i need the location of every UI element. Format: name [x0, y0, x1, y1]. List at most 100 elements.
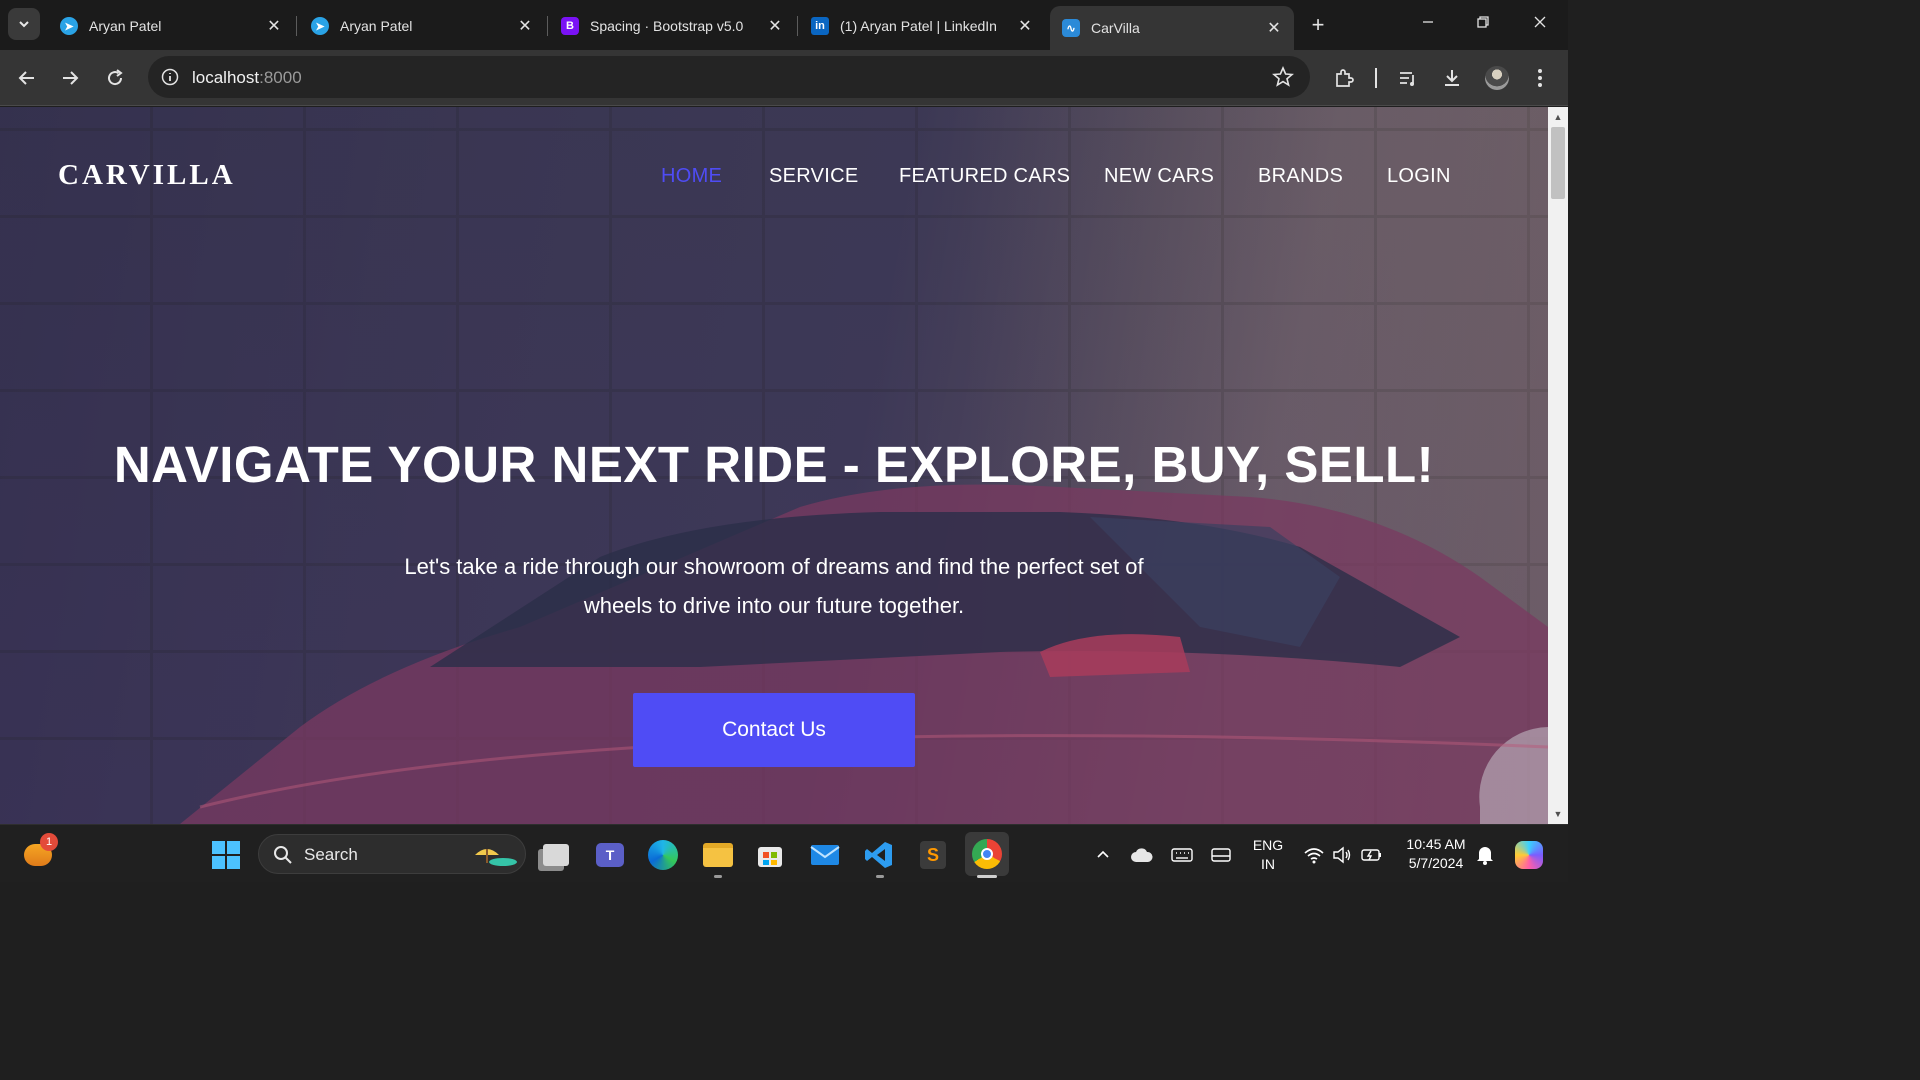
arrow-right-icon	[63, 71, 79, 85]
active-app-indicator	[977, 875, 997, 878]
battery-tray[interactable]	[1356, 837, 1388, 873]
clock[interactable]: 10:45 AM 5/7/2024	[1398, 835, 1474, 873]
chrome-icon	[972, 839, 1002, 869]
new-tab-button[interactable]: +	[1304, 12, 1332, 40]
taskbar-search-box[interactable]: Search	[258, 834, 526, 874]
task-view-icon	[543, 844, 569, 866]
tab-carvilla[interactable]: ∿ CarVilla ✕	[1050, 6, 1294, 50]
language-indicator[interactable]: ENG IN	[1248, 836, 1288, 874]
nav-link-brands[interactable]: BRANDS	[1258, 165, 1343, 188]
teams-app[interactable]: T	[592, 837, 628, 873]
contact-us-button[interactable]: Contact Us	[633, 693, 915, 767]
tab-title: Aryan Patel	[89, 18, 162, 34]
media-control-button[interactable]	[1392, 62, 1424, 94]
close-icon[interactable]: ✕	[1015, 16, 1035, 36]
file-explorer-app[interactable]	[700, 837, 736, 873]
url-text: localhost:8000	[192, 68, 302, 88]
scroll-up-arrow-icon[interactable]: ▲	[1548, 109, 1568, 125]
tab-aryan-patel-1[interactable]: ➤ Aryan Patel ✕	[48, 6, 294, 46]
profile-avatar[interactable]	[1481, 62, 1513, 94]
restore-icon	[1477, 16, 1489, 28]
microsoft-store-app[interactable]	[752, 837, 788, 873]
vscode-icon	[865, 842, 892, 868]
store-icon	[758, 847, 782, 867]
minimize-icon	[1423, 21, 1433, 23]
edge-icon	[648, 840, 678, 870]
nav-link-service[interactable]: SERVICE	[769, 165, 859, 188]
media-queue-icon	[1400, 72, 1414, 86]
reload-button[interactable]	[99, 62, 131, 94]
hero-section: CARVILLA HOME SERVICE FEATURED CARS NEW …	[0, 107, 1548, 824]
close-icon[interactable]: ✕	[1264, 18, 1284, 38]
notification-badge: 1	[40, 833, 58, 851]
cloud-icon	[1131, 848, 1153, 862]
tab-title: Spacing · Bootstrap v5.0	[590, 18, 744, 34]
volume-tray[interactable]	[1326, 837, 1358, 873]
nav-link-home[interactable]: HOME	[661, 165, 722, 188]
search-icon	[274, 846, 292, 864]
teams-icon: T	[596, 843, 624, 867]
search-label: Search	[304, 845, 358, 864]
notifications-button[interactable]	[1470, 837, 1500, 873]
menu-button[interactable]	[1524, 62, 1556, 94]
tab-title: (1) Aryan Patel | LinkedIn	[840, 18, 997, 34]
tablet-mode-tray[interactable]	[1205, 837, 1237, 873]
back-button[interactable]	[11, 62, 43, 94]
tab-search-button[interactable]	[8, 8, 40, 40]
extensions-button[interactable]	[1328, 62, 1360, 94]
sublime-icon: S	[920, 841, 946, 869]
page-scrollbar[interactable]: ▲ ▼	[1548, 107, 1568, 824]
site-logo[interactable]: CARVILLA	[58, 159, 236, 192]
close-window-button[interactable]	[1520, 10, 1560, 40]
downloads-button[interactable]	[1436, 62, 1468, 94]
task-view-button[interactable]	[538, 837, 574, 873]
forward-button[interactable]	[54, 62, 86, 94]
close-icon[interactable]: ✕	[765, 16, 785, 36]
wifi-icon	[1304, 848, 1324, 864]
tab-separator	[547, 16, 548, 36]
restore-button[interactable]	[1463, 10, 1503, 40]
site-info-icon[interactable]	[158, 65, 182, 89]
onedrive-tray[interactable]	[1126, 837, 1158, 873]
tab-bootstrap-spacing[interactable]: B Spacing · Bootstrap v5.0 ✕	[549, 6, 795, 46]
start-button[interactable]	[208, 837, 244, 873]
nav-link-new-cars[interactable]: NEW CARS	[1104, 165, 1214, 188]
bookmark-star-icon[interactable]	[1272, 65, 1294, 93]
tab-linkedin[interactable]: in (1) Aryan Patel | LinkedIn ✕	[799, 6, 1045, 46]
puzzle-icon	[1336, 69, 1354, 87]
close-icon[interactable]: ✕	[515, 16, 535, 36]
copilot-button[interactable]	[1511, 837, 1547, 873]
chrome-app[interactable]	[965, 832, 1009, 876]
sublime-text-app[interactable]: S	[915, 837, 951, 873]
nav-link-login[interactable]: LOGIN	[1387, 165, 1451, 188]
keyboard-icon	[1171, 848, 1193, 862]
battery-charging-icon	[1361, 849, 1381, 861]
arrow-left-icon	[18, 71, 34, 85]
speaker-icon	[1333, 846, 1351, 864]
carvilla-icon: ∿	[1062, 19, 1080, 37]
bell-icon	[1477, 847, 1493, 865]
weather-widget[interactable]: 1	[20, 833, 58, 873]
hero-title: NAVIGATE YOUR NEXT RIDE - EXPLORE, BUY, …	[113, 436, 1435, 493]
show-hidden-icons-button[interactable]	[1087, 837, 1119, 873]
close-icon	[1534, 16, 1546, 28]
minimize-button[interactable]	[1408, 10, 1448, 40]
tab-separator	[296, 16, 297, 36]
download-icon	[1445, 70, 1459, 86]
url-port: :8000	[259, 68, 302, 87]
close-icon[interactable]: ✕	[264, 16, 284, 36]
vscode-app[interactable]	[861, 837, 897, 873]
reload-icon	[108, 69, 123, 86]
tab-aryan-patel-2[interactable]: ➤ Aryan Patel ✕	[299, 6, 545, 46]
address-bar[interactable]: localhost:8000	[148, 56, 1310, 98]
running-indicator	[876, 875, 884, 878]
hero-subtitle: Let's take a ride through our showroom o…	[340, 547, 1208, 625]
linkedin-icon: in	[811, 17, 829, 35]
bootstrap-icon: B	[561, 17, 579, 35]
scroll-down-arrow-icon[interactable]: ▼	[1548, 806, 1568, 822]
keyboard-tray[interactable]	[1166, 837, 1198, 873]
mail-app[interactable]	[807, 837, 843, 873]
scrollbar-thumb[interactable]	[1551, 127, 1565, 199]
edge-app[interactable]	[645, 837, 681, 873]
nav-link-featured-cars[interactable]: FEATURED CARS	[899, 165, 1070, 188]
